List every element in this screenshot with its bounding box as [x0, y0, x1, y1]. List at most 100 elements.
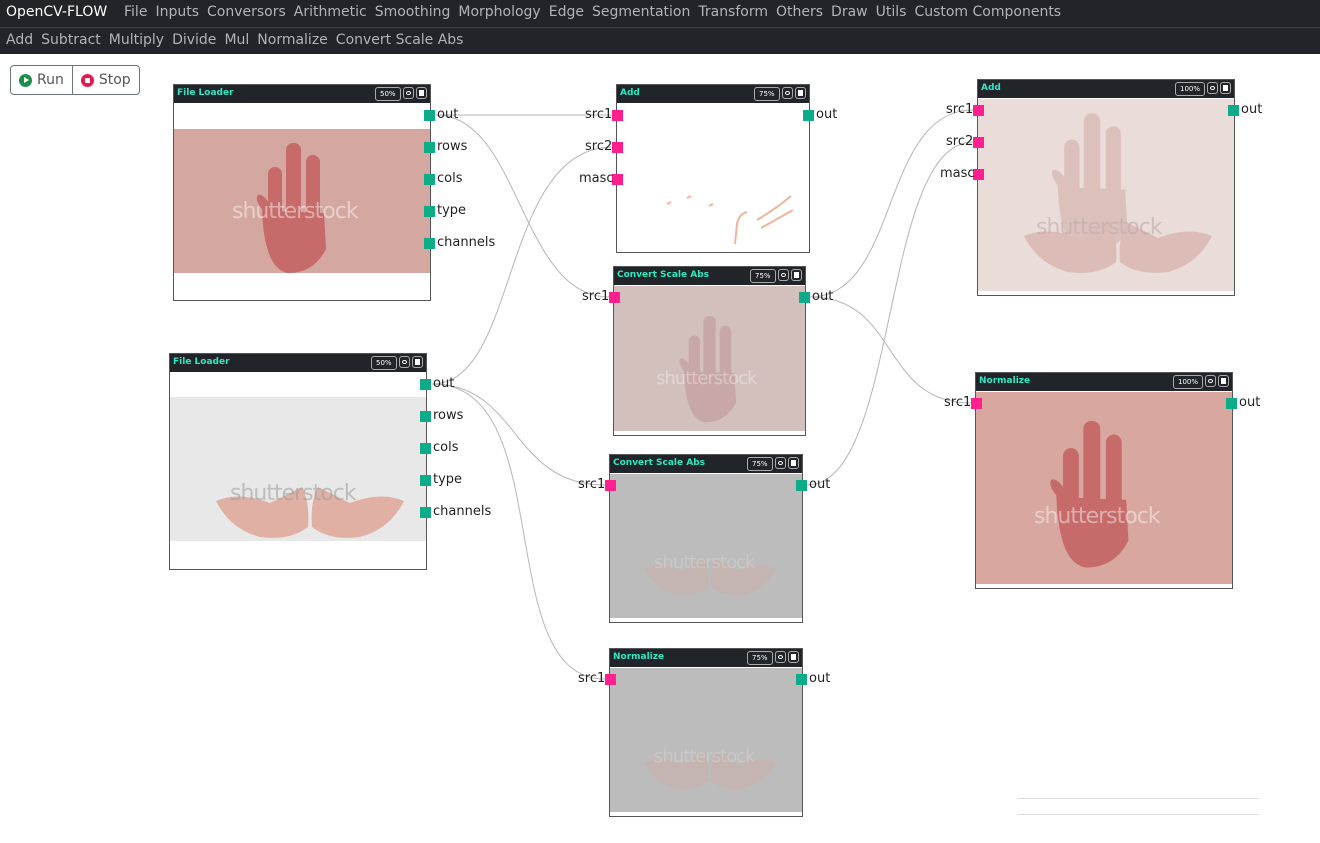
menu-draw[interactable]: Draw	[831, 4, 868, 20]
eye-icon[interactable]	[1207, 82, 1218, 94]
submenu-convert-scale-abs[interactable]: Convert Scale Abs	[336, 32, 464, 48]
node-normalize-2[interactable]: Normalize 100% shutterstock src1 out	[944, 372, 1260, 589]
node-header[interactable]: Add 75%	[617, 85, 809, 103]
node-convert-scale-abs-2[interactable]: Convert Scale Abs 75% shutterstock src1 …	[578, 454, 830, 623]
menu-others[interactable]: Others	[776, 4, 823, 20]
port-src2[interactable]	[973, 137, 984, 148]
port-rows[interactable]	[420, 411, 431, 422]
eye-icon[interactable]	[775, 651, 786, 663]
port-masc[interactable]	[973, 169, 984, 180]
port-rows[interactable]	[424, 142, 435, 153]
node-title: Normalize	[613, 652, 665, 662]
close-icon[interactable]	[412, 356, 423, 368]
port-cols[interactable]	[424, 174, 435, 185]
port-cols[interactable]	[420, 443, 431, 454]
node-normalize-1[interactable]: Normalize 75% shutterstock src1 out	[578, 648, 830, 817]
port-out[interactable]	[796, 674, 807, 685]
port-src1[interactable]	[973, 105, 984, 116]
port-src2[interactable]	[612, 142, 623, 153]
eye-icon[interactable]	[1205, 375, 1216, 387]
port-label: src1	[578, 671, 606, 686]
menu-transform[interactable]: Transform	[698, 4, 768, 20]
port-out[interactable]	[796, 480, 807, 491]
zoom-selector[interactable]: 100%	[1172, 375, 1203, 389]
zoom-selector[interactable]: 50%	[371, 356, 397, 370]
node-controls: 75%	[754, 87, 806, 101]
menu-arithmetic[interactable]: Arithmetic	[294, 4, 367, 20]
node-add-1[interactable]: Add 75% src1 src2 masc out	[579, 84, 837, 253]
menu-morphology[interactable]: Morphology	[458, 4, 540, 20]
zoom-selector[interactable]: 75%	[747, 457, 773, 471]
zoom-selector[interactable]: 100%	[1174, 82, 1205, 96]
menu-file[interactable]: File	[124, 4, 147, 20]
port-label: cols	[437, 171, 463, 186]
port-type[interactable]	[424, 206, 435, 217]
eye-icon[interactable]	[403, 87, 414, 99]
eye-icon[interactable]	[778, 269, 789, 281]
port-src1[interactable]	[612, 110, 623, 121]
port-src1[interactable]	[605, 674, 616, 685]
close-icon[interactable]	[1218, 375, 1229, 387]
zoom-selector[interactable]: 50%	[375, 87, 401, 101]
close-icon[interactable]	[788, 457, 799, 469]
node-header[interactable]: Convert Scale Abs 75%	[614, 267, 805, 285]
port-out[interactable]	[420, 379, 431, 390]
node-convert-scale-abs-1[interactable]: Convert Scale Abs 75% shutterstock src1 …	[582, 266, 833, 436]
port-channels[interactable]	[420, 507, 431, 518]
menu-segmentation[interactable]: Segmentation	[592, 4, 690, 20]
submenu-subtract[interactable]: Subtract	[41, 32, 101, 48]
close-icon[interactable]	[788, 651, 799, 663]
menu-smoothing[interactable]: Smoothing	[375, 4, 451, 20]
image-preview: shutterstock	[174, 129, 430, 273]
node-header[interactable]: File Loader 50%	[174, 85, 430, 103]
port-label: type	[437, 203, 467, 218]
node-file-loader-1[interactable]: File Loader 50% shutterstock out rows co…	[173, 84, 495, 301]
app-brand[interactable]: OpenCV-FLOW	[6, 4, 107, 20]
node-add-2[interactable]: Add 100% shutterstock src1 src2 masc out	[940, 79, 1262, 296]
submenu-add[interactable]: Add	[6, 32, 33, 48]
port-src1[interactable]	[609, 292, 620, 303]
close-icon[interactable]	[791, 269, 802, 281]
port-out[interactable]	[1226, 398, 1237, 409]
zoom-selector[interactable]: 75%	[747, 651, 773, 665]
submenu-multiply[interactable]: Multiply	[109, 32, 164, 48]
menu-utils[interactable]: Utils	[876, 4, 907, 20]
submenu-normalize[interactable]: Normalize	[257, 32, 328, 48]
port-out[interactable]	[799, 292, 810, 303]
port-label: out	[437, 107, 459, 122]
node-header[interactable]: Normalize 100%	[976, 373, 1232, 391]
port-src1[interactable]	[971, 398, 982, 409]
node-header[interactable]: File Loader 50%	[170, 354, 426, 372]
port-type[interactable]	[420, 475, 431, 486]
node-header[interactable]: Add 100%	[978, 80, 1234, 98]
port-label: src2	[946, 134, 974, 149]
stop-icon	[80, 73, 94, 87]
close-icon[interactable]	[795, 87, 806, 99]
eye-icon[interactable]	[399, 356, 410, 368]
port-out[interactable]	[424, 110, 435, 121]
zoom-selector[interactable]: 75%	[754, 87, 780, 101]
watermark: shutterstock	[1034, 504, 1161, 529]
port-src1[interactable]	[605, 480, 616, 491]
submenu-divide[interactable]: Divide	[172, 32, 216, 48]
eye-icon[interactable]	[775, 457, 786, 469]
menu-edge[interactable]: Edge	[549, 4, 584, 20]
port-channels[interactable]	[424, 238, 435, 249]
menu-conversors[interactable]: Conversors	[207, 4, 286, 20]
close-icon[interactable]	[1220, 82, 1231, 94]
run-button[interactable]: Run	[11, 66, 72, 94]
port-out[interactable]	[1228, 105, 1239, 116]
node-header[interactable]: Normalize 75%	[610, 649, 802, 667]
node-header[interactable]: Convert Scale Abs 75%	[610, 455, 802, 473]
port-out[interactable]	[803, 110, 814, 121]
zoom-selector[interactable]: 75%	[750, 269, 776, 283]
submenu-mul[interactable]: Mul	[224, 32, 249, 48]
menu-custom-components[interactable]: Custom Components	[914, 4, 1061, 20]
stop-button[interactable]: Stop	[71, 66, 139, 94]
menu-inputs[interactable]: Inputs	[155, 4, 199, 20]
port-masc[interactable]	[612, 174, 623, 185]
close-icon[interactable]	[416, 87, 427, 99]
eye-icon[interactable]	[782, 87, 793, 99]
port-label: src1	[582, 289, 610, 304]
node-file-loader-2[interactable]: File Loader 50% shutterstock out rows co…	[169, 353, 491, 570]
